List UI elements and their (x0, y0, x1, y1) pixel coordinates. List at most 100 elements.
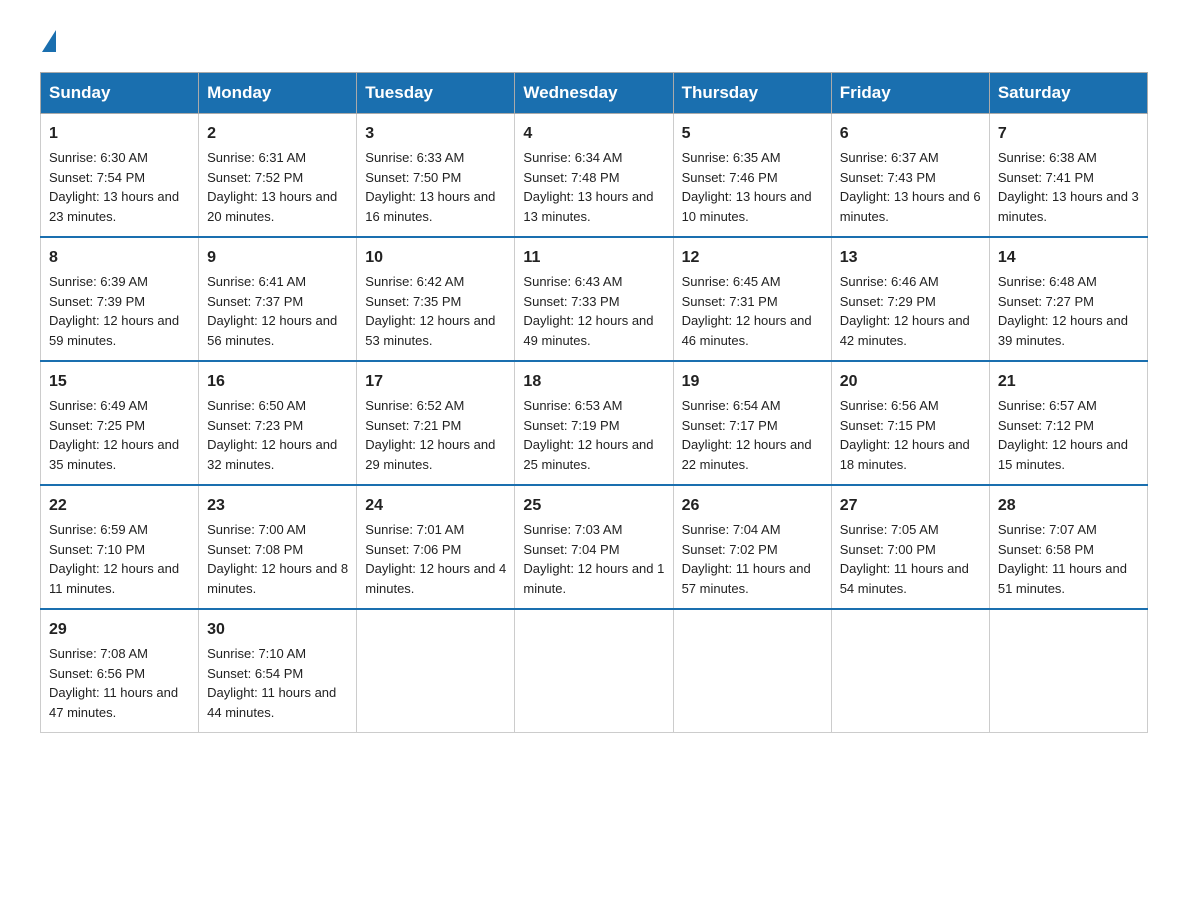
sunrise-text: Sunrise: 6:49 AM (49, 398, 148, 413)
calendar-cell: 3Sunrise: 6:33 AMSunset: 7:50 PMDaylight… (357, 114, 515, 238)
day-number: 17 (365, 370, 506, 394)
day-number: 15 (49, 370, 190, 394)
sunrise-text: Sunrise: 7:07 AM (998, 522, 1097, 537)
sunset-text: Sunset: 7:31 PM (682, 294, 778, 309)
calendar-cell: 20 Sunrise: 6:56 AM Sunset: 7:15 PM Dayligh… (831, 361, 989, 485)
daylight-text: Daylight: 13 hours and 13 minutes. (523, 189, 653, 224)
calendar-header-row: SundayMondayTuesdayWednesdayThursdayFrid… (41, 73, 1148, 114)
calendar-cell: 6Sunrise: 6:37 AMSunset: 7:43 PMDaylight… (831, 114, 989, 238)
day-number: 25 (523, 494, 664, 518)
day-number: 23 (207, 494, 348, 518)
sunrise-text: Sunrise: 7:03 AM (523, 522, 622, 537)
calendar-cell: 18Sunrise: 6:53 AMSunset: 7:19 PMDayligh… (515, 361, 673, 485)
daylight-text: Daylight: 12 hours and 59 minutes. (49, 313, 179, 348)
calendar-week-row: 22Sunrise: 6:59 AMSunset: 7:10 PMDayligh… (41, 485, 1148, 609)
daylight-text: Daylight: 12 hours and 32 minutes. (207, 437, 337, 472)
sunset-text: Sunset: 7:27 PM (998, 294, 1094, 309)
sunrise-text: Sunrise: 7:10 AM (207, 646, 306, 661)
daylight-text: Daylight: 12 hours and 49 minutes. (523, 313, 653, 348)
sunrise-text: Sunrise: 7:00 AM (207, 522, 306, 537)
calendar-cell: 2Sunrise: 6:31 AMSunset: 7:52 PMDaylight… (199, 114, 357, 238)
sunset-text: Sunset: 7:08 PM (207, 542, 303, 557)
day-number: 16 (207, 370, 348, 394)
daylight-text: Daylight: 12 hours and 35 minutes. (49, 437, 179, 472)
calendar-header-thursday: Thursday (673, 73, 831, 114)
calendar-cell: 12Sunrise: 6:45 AMSunset: 7:31 PMDayligh… (673, 237, 831, 361)
day-number: 21 (998, 370, 1139, 394)
daylight-text: Daylight: 12 hours and 15 minutes. (998, 437, 1128, 472)
calendar-cell: 10Sunrise: 6:42 AMSunset: 7:35 PMDayligh… (357, 237, 515, 361)
day-number: 20 (840, 370, 981, 394)
sunset-text: Sunset: 7:06 PM (365, 542, 461, 557)
calendar-cell (357, 609, 515, 733)
day-number: 24 (365, 494, 506, 518)
sunset-text: Sunset: 7:23 PM (207, 418, 303, 433)
sunset-text: Sunset: 7:50 PM (365, 170, 461, 185)
daylight-text: Daylight: 13 hours and 6 minutes. (840, 189, 981, 224)
day-number: 10 (365, 246, 506, 270)
calendar-cell: 4Sunrise: 6:34 AMSunset: 7:48 PMDaylight… (515, 114, 673, 238)
sunrise-text: Sunrise: 6:33 AM (365, 150, 464, 165)
daylight-text: Daylight: 12 hours and 46 minutes. (682, 313, 812, 348)
sunset-text: Sunset: 7:19 PM (523, 418, 619, 433)
day-number: 22 (49, 494, 190, 518)
sunrise-text: Sunrise: 6:48 AM (998, 274, 1097, 289)
sunrise-text: Sunrise: 6:59 AM (49, 522, 148, 537)
sunrise-text: Sunrise: 6:34 AM (523, 150, 622, 165)
sunset-text: Sunset: 7:02 PM (682, 542, 778, 557)
day-number: 14 (998, 246, 1139, 270)
sunset-text: Sunset: 7:15 PM (840, 418, 936, 433)
day-number: 12 (682, 246, 823, 270)
day-number: 19 (682, 370, 823, 394)
sunset-text: Sunset: 7:41 PM (998, 170, 1094, 185)
daylight-text: Daylight: 12 hours and 22 minutes. (682, 437, 812, 472)
calendar-cell: 1Sunrise: 6:30 AMSunset: 7:54 PMDaylight… (41, 114, 199, 238)
calendar-cell: 28Sunrise: 7:07 AMSunset: 6:58 PMDayligh… (989, 485, 1147, 609)
sunrise-text: Sunrise: 7:01 AM (365, 522, 464, 537)
calendar-cell: 19Sunrise: 6:54 AMSunset: 7:17 PMDayligh… (673, 361, 831, 485)
sunset-text: Sunset: 7:17 PM (682, 418, 778, 433)
sunrise-text: Sunrise: 6:35 AM (682, 150, 781, 165)
daylight-text: Daylight: 11 hours and 54 minutes. (840, 561, 969, 596)
calendar-week-row: 1Sunrise: 6:30 AMSunset: 7:54 PMDaylight… (41, 114, 1148, 238)
daylight-text: Daylight: 11 hours and 57 minutes. (682, 561, 811, 596)
day-number: 13 (840, 246, 981, 270)
calendar-cell: 29Sunrise: 7:08 AMSunset: 6:56 PMDayligh… (41, 609, 199, 733)
daylight-text: Daylight: 11 hours and 47 minutes. (49, 685, 178, 720)
calendar-header-sunday: Sunday (41, 73, 199, 114)
logo (40, 30, 58, 52)
daylight-text: Daylight: 12 hours and 11 minutes. (49, 561, 179, 596)
sunrise-text: Sunrise: 6:52 AM (365, 398, 464, 413)
calendar-cell: 25Sunrise: 7:03 AMSunset: 7:04 PMDayligh… (515, 485, 673, 609)
sunrise-text: Sunrise: 6:31 AM (207, 150, 306, 165)
sunset-text: Sunset: 7:29 PM (840, 294, 936, 309)
sunrise-text: Sunrise: 6:56 AM (840, 398, 939, 413)
calendar-header-monday: Monday (199, 73, 357, 114)
day-number: 4 (523, 122, 664, 146)
daylight-text: Daylight: 11 hours and 51 minutes. (998, 561, 1127, 596)
logo-triangle-icon (42, 30, 56, 52)
daylight-text: Daylight: 12 hours and 18 minutes. (840, 437, 970, 472)
sunrise-text: Sunrise: 6:42 AM (365, 274, 464, 289)
calendar-cell (831, 609, 989, 733)
calendar-cell: 15 Sunrise: 6:49 AM Sunset: 7:25 PM Dayligh… (41, 361, 199, 485)
calendar-cell: 21Sunrise: 6:57 AMSunset: 7:12 PMDayligh… (989, 361, 1147, 485)
day-number: 8 (49, 246, 190, 270)
sunrise-text: Sunrise: 6:50 AM (207, 398, 306, 413)
daylight-text: Daylight: 13 hours and 20 minutes. (207, 189, 337, 224)
calendar-cell: 26Sunrise: 7:04 AMSunset: 7:02 PMDayligh… (673, 485, 831, 609)
calendar-cell (515, 609, 673, 733)
sunrise-text: Sunrise: 6:38 AM (998, 150, 1097, 165)
calendar-table: SundayMondayTuesdayWednesdayThursdayFrid… (40, 72, 1148, 733)
sunrise-text: Sunrise: 7:05 AM (840, 522, 939, 537)
sunset-text: Sunset: 7:37 PM (207, 294, 303, 309)
sunset-text: Sunset: 7:52 PM (207, 170, 303, 185)
sunrise-text: Sunrise: 7:04 AM (682, 522, 781, 537)
sunset-text: Sunset: 6:58 PM (998, 542, 1094, 557)
sunset-text: Sunset: 7:25 PM (49, 418, 145, 433)
calendar-cell: 22Sunrise: 6:59 AMSunset: 7:10 PMDayligh… (41, 485, 199, 609)
daylight-text: Daylight: 13 hours and 3 minutes. (998, 189, 1139, 224)
sunset-text: Sunset: 7:54 PM (49, 170, 145, 185)
calendar-cell: 9Sunrise: 6:41 AMSunset: 7:37 PMDaylight… (199, 237, 357, 361)
sunset-text: Sunset: 7:33 PM (523, 294, 619, 309)
